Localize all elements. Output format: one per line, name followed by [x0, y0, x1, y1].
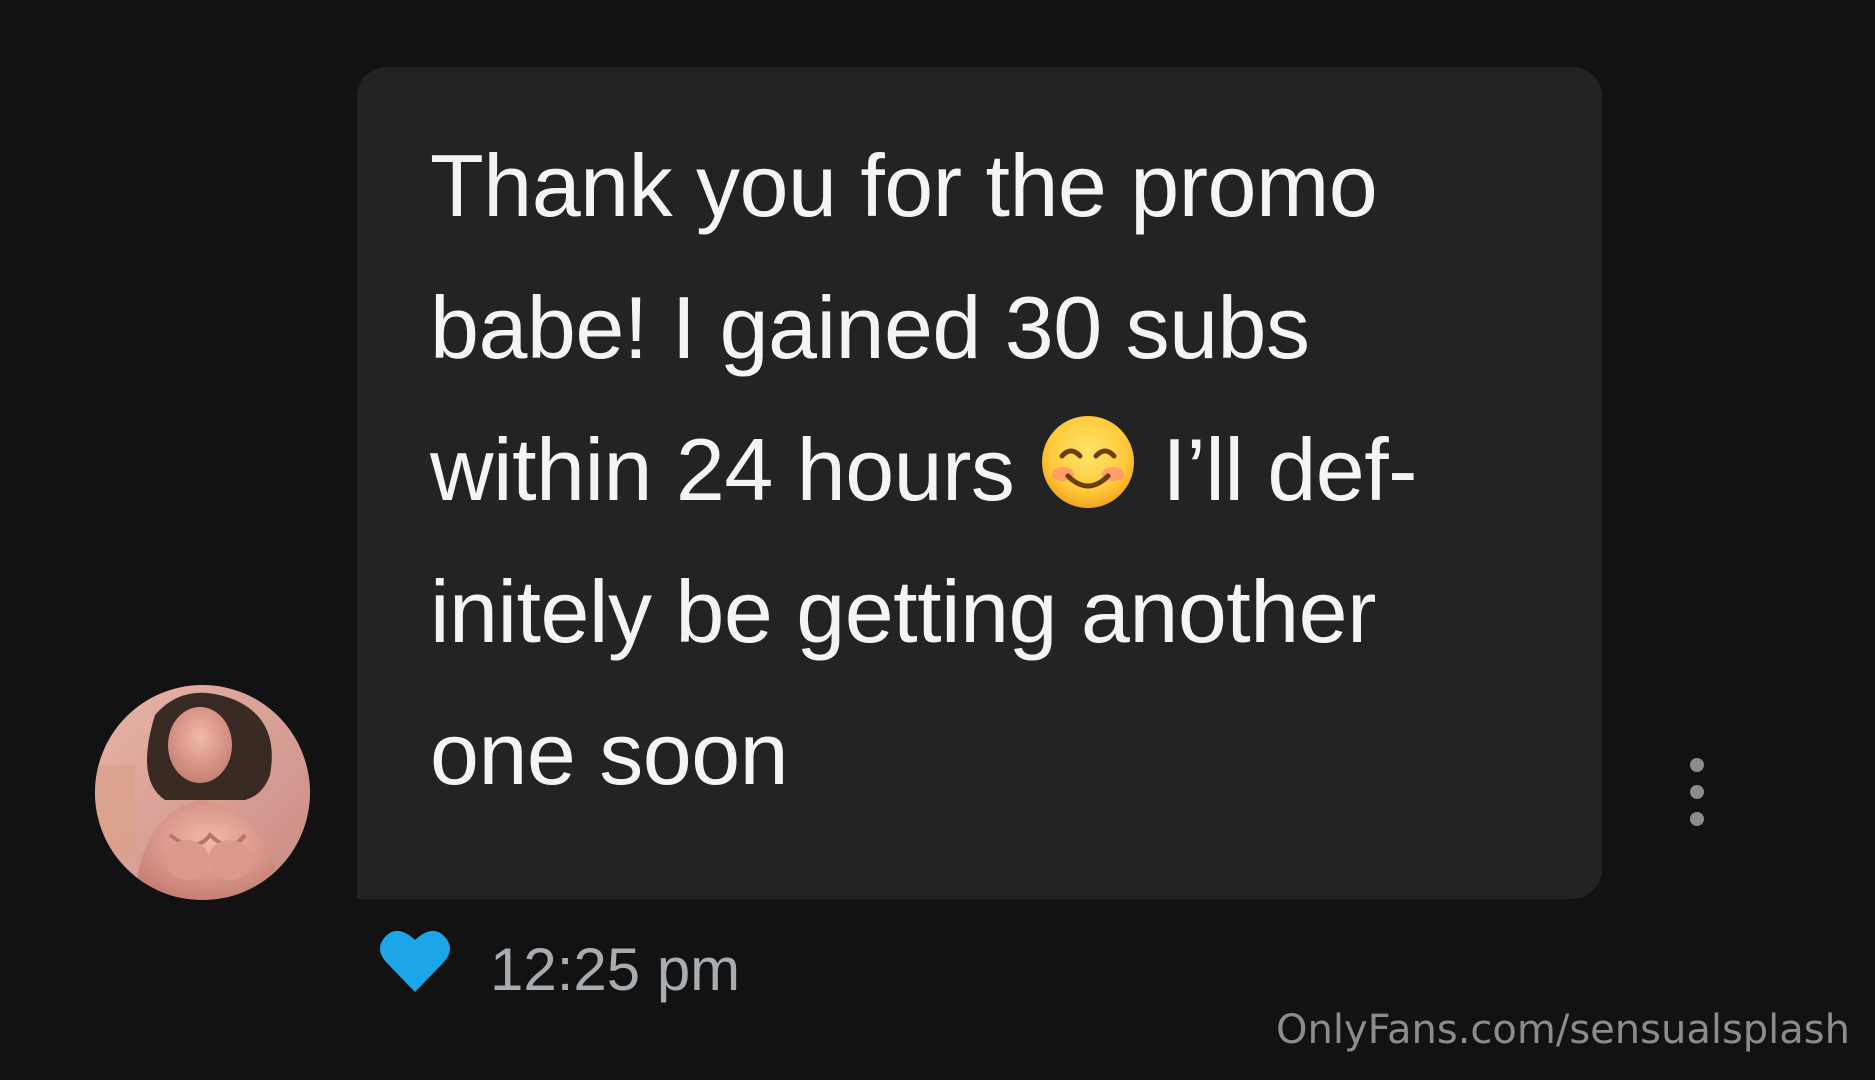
like-button[interactable]	[378, 926, 452, 996]
watermark: OnlyFans.com/sensualsplash	[1276, 1007, 1850, 1053]
heart-icon	[380, 930, 450, 992]
more-dot	[1690, 785, 1704, 799]
more-options-button[interactable]	[1681, 758, 1713, 826]
more-dot	[1690, 758, 1704, 772]
message-timestamp: 12:25 pm	[490, 936, 741, 1003]
message-bubble[interactable]: Thank you for the promo babe! I gained 3…	[357, 67, 1602, 899]
chat-screen: Thank you for the promo babe! I gained 3…	[0, 0, 1875, 1080]
message-text: Thank you for the promo babe! I gained 3…	[430, 115, 1550, 825]
avatar[interactable]	[95, 685, 310, 900]
smiling-face-emoji-icon	[1042, 416, 1135, 508]
avatar-image	[95, 685, 310, 900]
more-dot	[1690, 812, 1704, 826]
